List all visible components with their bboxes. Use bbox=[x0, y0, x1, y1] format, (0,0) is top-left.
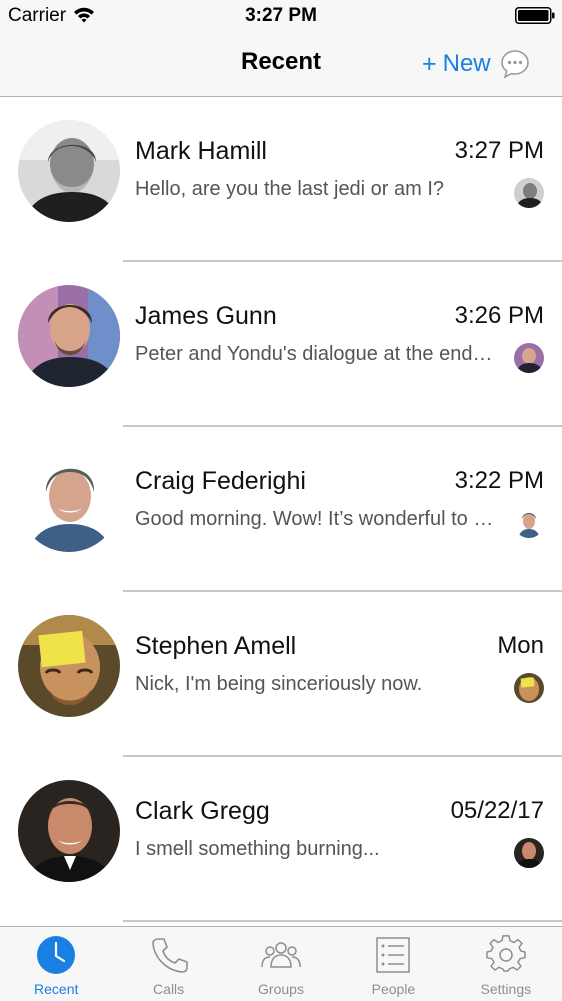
people-list-icon bbox=[376, 937, 411, 973]
contact-name: James Gunn bbox=[135, 302, 277, 330]
tab-groups[interactable]: Groups bbox=[225, 927, 337, 1001]
gear-icon bbox=[486, 935, 526, 972]
avatar bbox=[18, 120, 120, 222]
tab-bar: Recent Calls Groups People Settings bbox=[0, 926, 562, 1001]
sender-mini-avatar bbox=[514, 178, 544, 208]
tab-label: Recent bbox=[34, 981, 79, 997]
plus-label: + bbox=[422, 49, 437, 78]
conversation-row[interactable]: James Gunn 3:26 PM Peter and Yondu's dia… bbox=[0, 262, 562, 427]
tab-label: Calls bbox=[153, 981, 185, 997]
new-label: New bbox=[442, 50, 491, 77]
tab-label: People bbox=[371, 981, 416, 997]
tab-label: Settings bbox=[480, 981, 532, 997]
tab-label: Groups bbox=[258, 981, 304, 997]
battery-icon bbox=[515, 7, 555, 24]
contact-name: Mark Hamill bbox=[135, 137, 267, 165]
contact-name: Stephen Amell bbox=[135, 632, 297, 660]
chat-bubble-icon bbox=[500, 50, 529, 79]
message-time: 05/22/17 bbox=[450, 797, 544, 824]
conversation-list: Mark Hamill 3:27 PM Hello, are you the l… bbox=[0, 97, 562, 922]
conversation-row[interactable]: Mark Hamill 3:27 PM Hello, are you the l… bbox=[0, 97, 562, 262]
avatar bbox=[18, 285, 120, 387]
new-conversation-button[interactable]: + New bbox=[422, 46, 531, 82]
message-preview: I smell something burning... bbox=[135, 838, 380, 860]
conversation-row[interactable]: Craig Federighi 3:22 PM Good morning. Wo… bbox=[0, 427, 562, 592]
avatar bbox=[18, 450, 120, 552]
tab-recent[interactable]: Recent bbox=[0, 927, 112, 1001]
navigation-bar: Recent + New bbox=[0, 32, 562, 97]
message-time: Mon bbox=[497, 632, 544, 659]
status-time: 3:27 PM bbox=[245, 5, 317, 26]
tab-calls[interactable]: Calls bbox=[112, 927, 224, 1001]
message-preview: Nick, I'm being sinceriously now. bbox=[135, 673, 423, 695]
message-time: 3:22 PM bbox=[454, 467, 544, 494]
row-divider bbox=[123, 920, 562, 922]
sender-mini-avatar bbox=[514, 673, 544, 703]
message-time: 3:27 PM bbox=[454, 137, 544, 164]
sender-mini-avatar bbox=[514, 343, 544, 373]
phone-icon bbox=[151, 938, 188, 973]
message-time: 3:26 PM bbox=[454, 302, 544, 329]
contact-name: Clark Gregg bbox=[135, 797, 270, 825]
tab-people[interactable]: People bbox=[337, 927, 449, 1001]
contact-name: Craig Federighi bbox=[135, 467, 306, 495]
message-preview: Good morning. Wow! It’s wonderful to be … bbox=[135, 508, 495, 530]
sender-mini-avatar bbox=[514, 838, 544, 868]
message-preview: Hello, are you the last jedi or am I? bbox=[135, 178, 445, 200]
conversation-row[interactable]: Stephen Amell Mon Nick, I'm being sincer… bbox=[0, 592, 562, 757]
status-bar: Carrier 3:27 PM bbox=[0, 0, 562, 32]
conversation-row[interactable]: Clark Gregg 05/22/17 I smell something b… bbox=[0, 757, 562, 922]
message-preview: Peter and Yondu's dialogue at the end of… bbox=[135, 343, 495, 365]
clock-icon bbox=[37, 936, 76, 974]
avatar bbox=[18, 780, 120, 882]
sender-mini-avatar bbox=[514, 508, 544, 538]
avatar bbox=[18, 615, 120, 717]
groups-icon bbox=[261, 942, 301, 968]
tab-settings[interactable]: Settings bbox=[450, 927, 562, 1001]
